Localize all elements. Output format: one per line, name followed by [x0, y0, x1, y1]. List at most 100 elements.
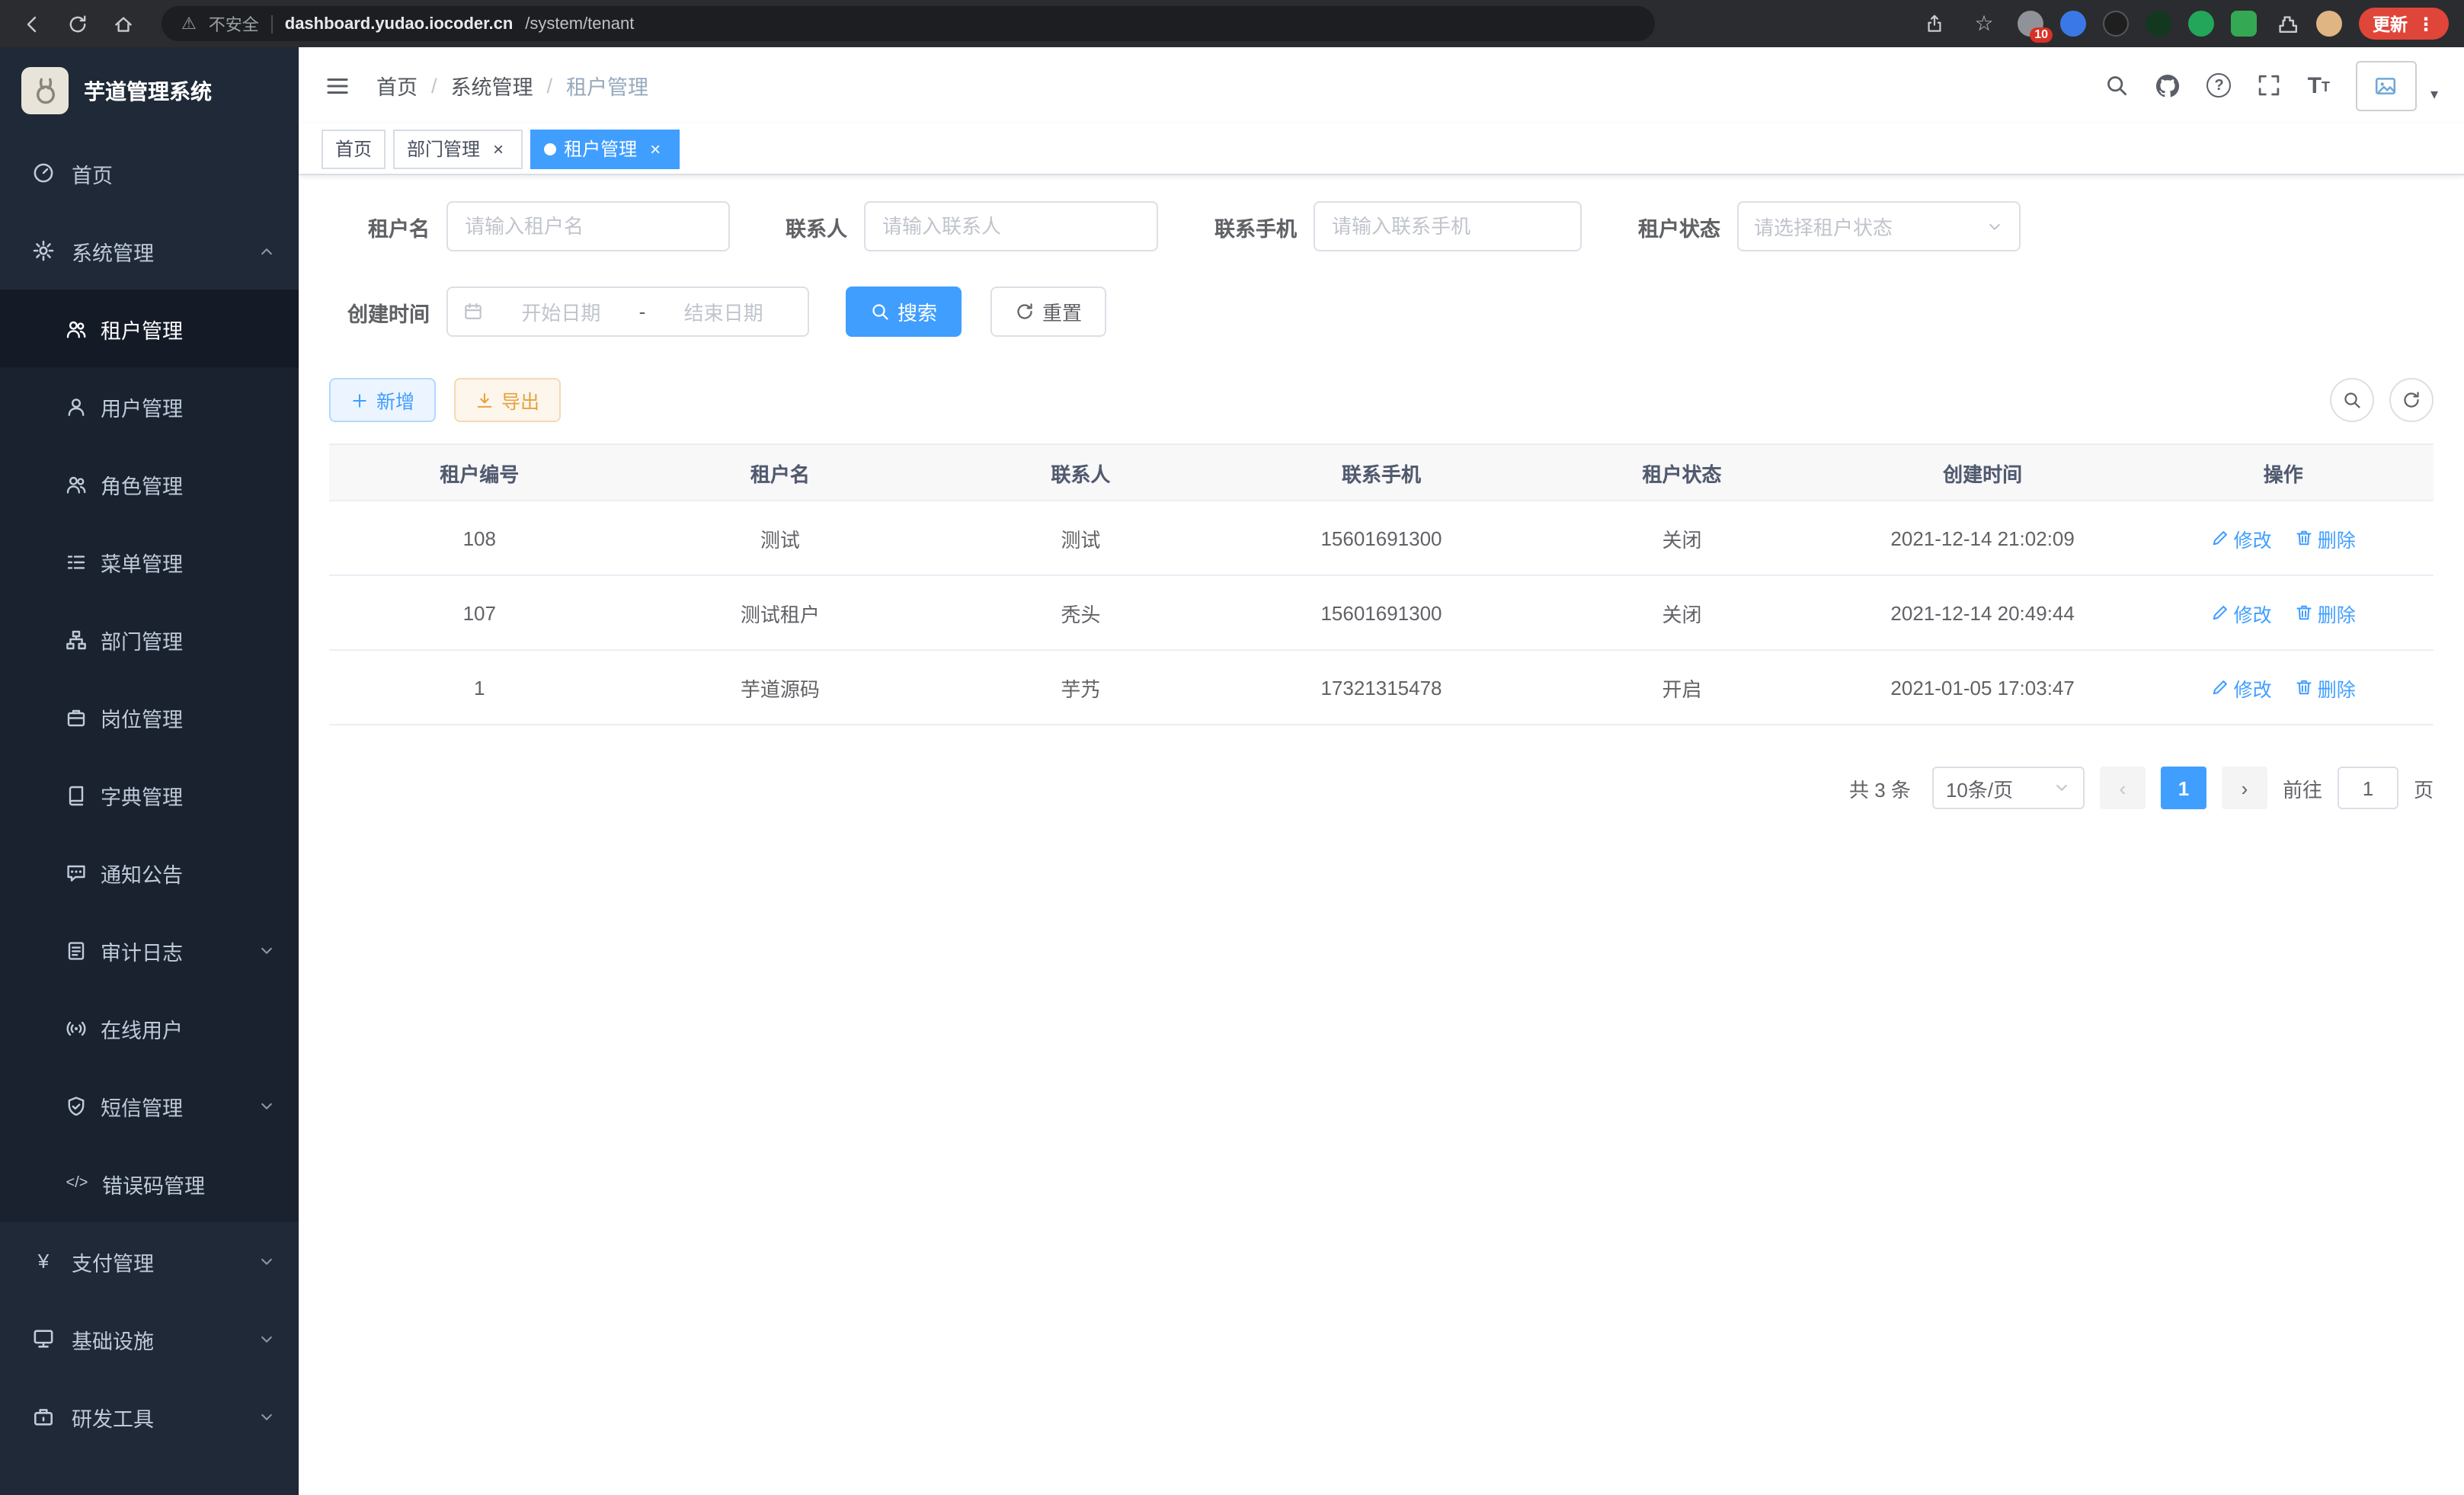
edit-link[interactable]: 修改 [2211, 523, 2272, 552]
avatar-caret-down-icon[interactable]: ▾ [2430, 86, 2438, 110]
prev-page-button[interactable]: ‹ [2100, 767, 2146, 809]
sidebar-item-audit-log[interactable]: 审计日志 [0, 911, 299, 989]
sidebar-item-menu[interactable]: 菜单管理 [0, 523, 299, 600]
tab-tenant[interactable]: 租户管理 × [530, 129, 680, 168]
cell-contact: 芋艿 [930, 673, 1231, 702]
sidebar-item-notice[interactable]: 通知公告 [0, 834, 299, 911]
extension-icon-2[interactable] [2060, 11, 2086, 37]
search-button[interactable]: 搜索 [846, 287, 962, 337]
browser-back-button[interactable] [15, 7, 49, 40]
add-button[interactable]: 新增 [329, 378, 436, 422]
goto-page-input[interactable] [2338, 767, 2398, 809]
cell-phone: 15601691300 [1231, 601, 1532, 624]
share-icon[interactable] [1917, 7, 1950, 40]
browser-refresh-button[interactable] [61, 7, 94, 40]
help-icon[interactable] [2207, 73, 2232, 98]
page-size-value: 10条/页 [1946, 773, 2013, 802]
field-label: 创建时间 [329, 296, 430, 327]
sidebar-item-error-code[interactable]: </> 错误码管理 [0, 1144, 299, 1222]
table-row: 1 芋道源码 芋艿 17321315478 开启 2021-01-05 17:0… [329, 651, 2434, 725]
export-button[interactable]: 导出 [454, 378, 561, 422]
address-bar[interactable]: ⚠ 不安全 dashboard.yudao.iocoder.cn/system/… [162, 6, 1655, 41]
sidebar-item-payment[interactable]: ¥ 支付管理 [0, 1222, 299, 1300]
delete-link[interactable]: 删除 [2295, 673, 2356, 702]
delete-link[interactable]: 删除 [2295, 598, 2356, 627]
browser-home-button[interactable] [107, 7, 140, 40]
chevron-down-icon [258, 1252, 276, 1270]
sidebar-item-dict[interactable]: 字典管理 [0, 756, 299, 834]
next-page-button[interactable]: › [2222, 767, 2267, 809]
breadcrumb-system[interactable]: 系统管理 [451, 70, 533, 101]
extension-icon-1[interactable]: 10 [2018, 11, 2043, 37]
extension-icon-6[interactable] [2231, 11, 2257, 37]
sidebar-item-label: 审计日志 [101, 935, 183, 965]
font-size-icon[interactable] [2308, 74, 2330, 97]
briefcase-icon [66, 706, 87, 728]
create-time-range-picker[interactable]: 开始日期 - 结束日期 [446, 287, 809, 337]
filter-status: 租户状态 请选择租户状态 [1620, 201, 2021, 251]
sidebar-item-label: 租户管理 [101, 313, 183, 344]
column-header: 联系手机 [1231, 458, 1532, 487]
sidebar-item-home[interactable]: 首页 [0, 134, 299, 212]
current-page-button[interactable]: 1 [2161, 767, 2206, 809]
extensions-puzzle-icon[interactable] [2274, 11, 2299, 37]
sidebar-item-post[interactable]: 岗位管理 [0, 678, 299, 756]
contact-input[interactable] [864, 201, 1158, 251]
trash-icon [2295, 603, 2313, 622]
cell-phone: 17321315478 [1231, 676, 1532, 699]
cell-created: 2021-01-05 17:03:47 [1832, 676, 2133, 699]
update-label: 更新 [2373, 11, 2408, 36]
sidebar-item-dev-tools[interactable]: 研发工具 [0, 1378, 299, 1455]
message-icon [66, 862, 87, 883]
extension-icon-3[interactable] [2103, 11, 2129, 37]
filter-phone: 联系手机 [1196, 201, 1582, 251]
edit-link[interactable]: 修改 [2211, 673, 2272, 702]
tab-label: 租户管理 [564, 136, 637, 162]
pagination: 共 3 条 10条/页 ‹ 1 › 前往 页 [329, 767, 2434, 809]
sidebar-item-infrastructure[interactable]: 基础设施 [0, 1300, 299, 1378]
edit-icon [2211, 529, 2229, 547]
sidebar-item-online-users[interactable]: 在线用户 [0, 989, 299, 1067]
browser-update-button[interactable]: 更新 ⋮ [2359, 8, 2449, 40]
header-search-icon[interactable] [2105, 73, 2130, 98]
sidebar-item-dept[interactable]: 部门管理 [0, 600, 299, 678]
user-icon [66, 395, 87, 417]
tab-dept[interactable]: 部门管理 × [393, 129, 523, 168]
sidebar-item-label: 菜单管理 [101, 546, 183, 577]
delete-link[interactable]: 删除 [2295, 523, 2356, 552]
edit-link[interactable]: 修改 [2211, 598, 2272, 627]
extension-icon-4[interactable] [2146, 11, 2171, 37]
sidebar-item-system[interactable]: 系统管理 [0, 212, 299, 290]
chevron-up-icon [258, 242, 276, 260]
extension-icon-5[interactable] [2188, 11, 2214, 37]
refresh-table-button[interactable] [2389, 378, 2434, 422]
filter-row-2: 创建时间 开始日期 - 结束日期 搜索 重置 [329, 287, 2434, 337]
reset-button[interactable]: 重置 [990, 287, 1106, 337]
sidebar-collapse-icon[interactable] [325, 72, 350, 98]
bookmark-star-icon[interactable]: ☆ [1967, 7, 2001, 40]
date-start-placeholder: 开始日期 [492, 297, 630, 326]
browser-profile-avatar[interactable] [2316, 11, 2342, 37]
app-logo[interactable]: 芋道管理系统 [0, 47, 299, 134]
fullscreen-icon[interactable] [2258, 73, 2282, 98]
sidebar-item-role[interactable]: 角色管理 [0, 445, 299, 523]
tab-home[interactable]: 首页 [322, 129, 386, 168]
app-navbar: 首页 / 系统管理 / 租户管理 ▾ [299, 47, 2464, 123]
sidebar-item-tenant[interactable]: 租户管理 [0, 290, 299, 367]
breadcrumb-home[interactable]: 首页 [376, 70, 418, 101]
active-tab-dot [544, 142, 556, 155]
sidebar-item-label: 基础设施 [72, 1324, 154, 1354]
sidebar-item-sms[interactable]: 短信管理 [0, 1067, 299, 1144]
user-avatar[interactable] [2356, 60, 2417, 110]
toggle-search-button[interactable] [2330, 378, 2374, 422]
phone-input[interactable] [1314, 201, 1582, 251]
status-select[interactable]: 请选择租户状态 [1737, 201, 2021, 251]
close-icon[interactable]: × [488, 138, 509, 159]
sidebar-item-label: 部门管理 [101, 624, 183, 655]
sidebar-item-user[interactable]: 用户管理 [0, 367, 299, 445]
close-icon[interactable]: × [645, 138, 666, 159]
github-icon[interactable] [2155, 72, 2181, 98]
page-size-select[interactable]: 10条/页 [1932, 767, 2085, 809]
tenant-name-input[interactable] [446, 201, 730, 251]
cell-created: 2021-12-14 20:49:44 [1832, 601, 2133, 624]
